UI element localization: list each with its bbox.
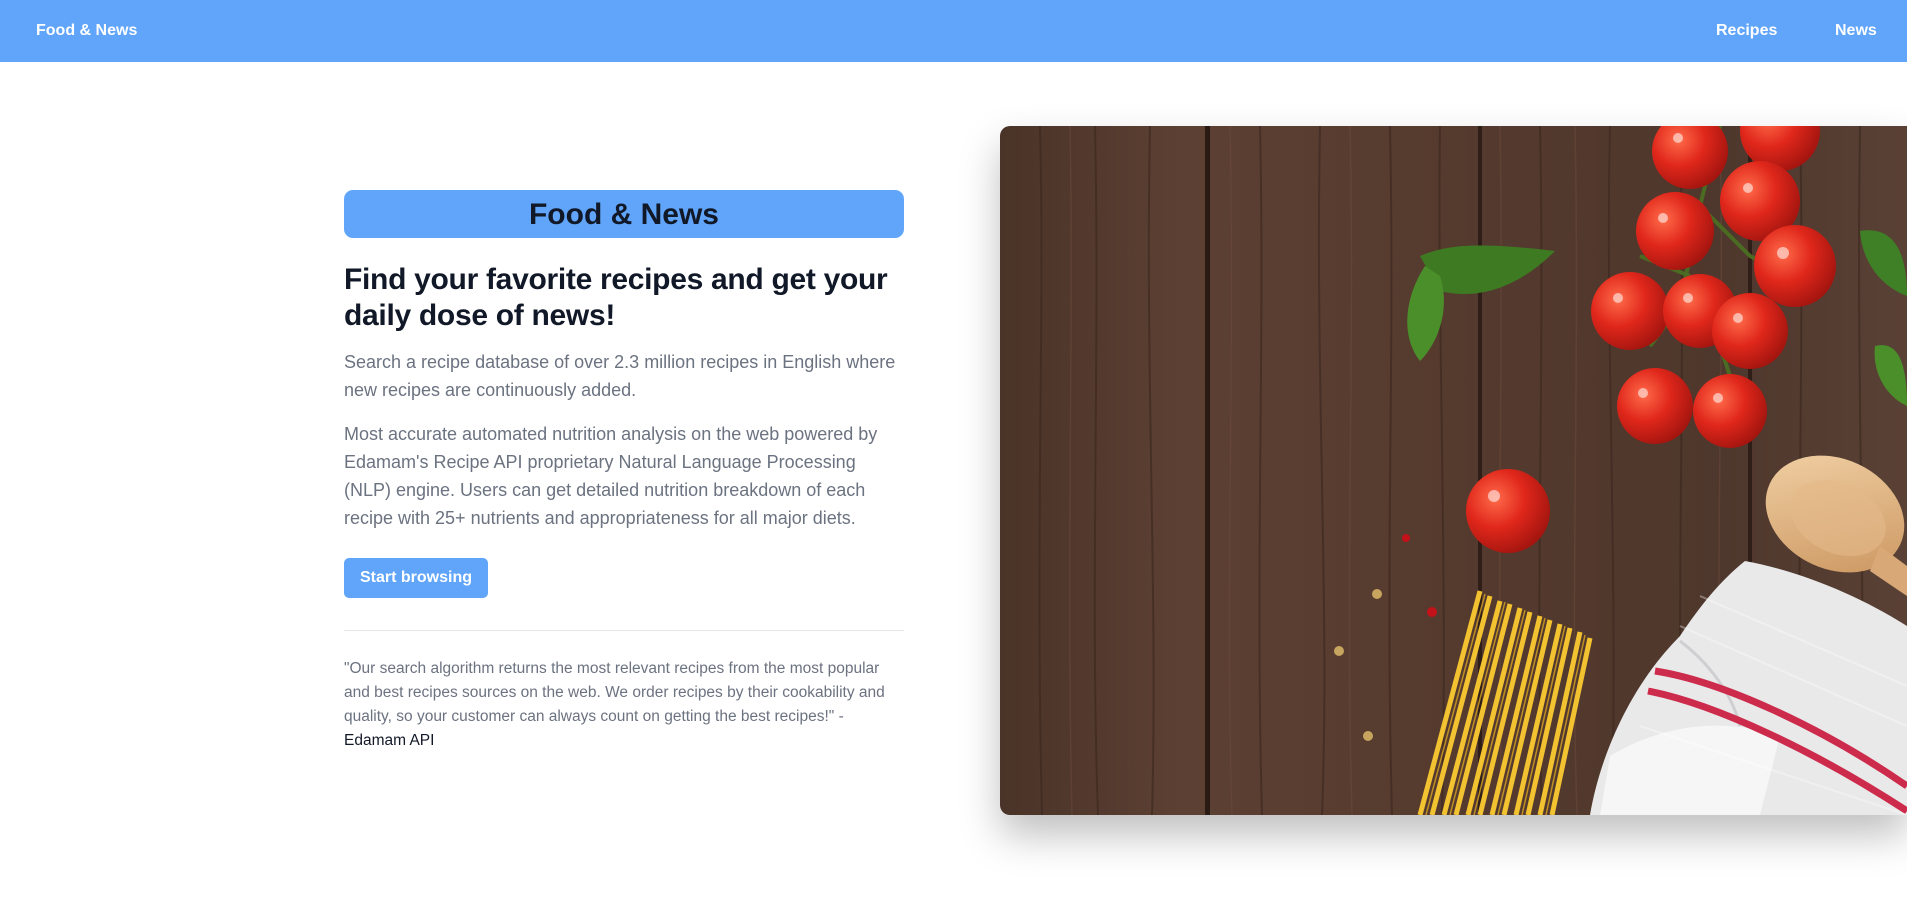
start-browsing-button[interactable]: Start browsing <box>344 558 489 598</box>
hero-title-pill: Food & News <box>344 190 904 238</box>
quote-author: Edamam API <box>344 732 435 749</box>
hero-paragraph-nutrition: Most accurate automated nutrition analys… <box>344 424 878 528</box>
quote-text: "Our search algorithm returns the most r… <box>344 660 885 725</box>
brand-link[interactable]: Food & News <box>36 21 137 41</box>
nav-link-recipes[interactable]: Recipes <box>1716 21 1777 41</box>
nav-link-news[interactable]: News <box>1835 21 1877 41</box>
hero-headline: Find your favorite recipes and get your … <box>344 263 888 332</box>
hero-paragraph-database: Search a recipe database of over 2.3 mil… <box>344 352 896 400</box>
top-navbar: Food & News Recipes News <box>0 0 1907 62</box>
hero-text-column: Food & News Find your favorite recipes a… <box>344 190 904 753</box>
hero-divider <box>344 630 904 631</box>
hero-food-image <box>1000 126 1907 815</box>
food-photo-illustration <box>1000 126 1907 815</box>
testimonial-quote: "Our search algorithm returns the most r… <box>344 657 904 753</box>
